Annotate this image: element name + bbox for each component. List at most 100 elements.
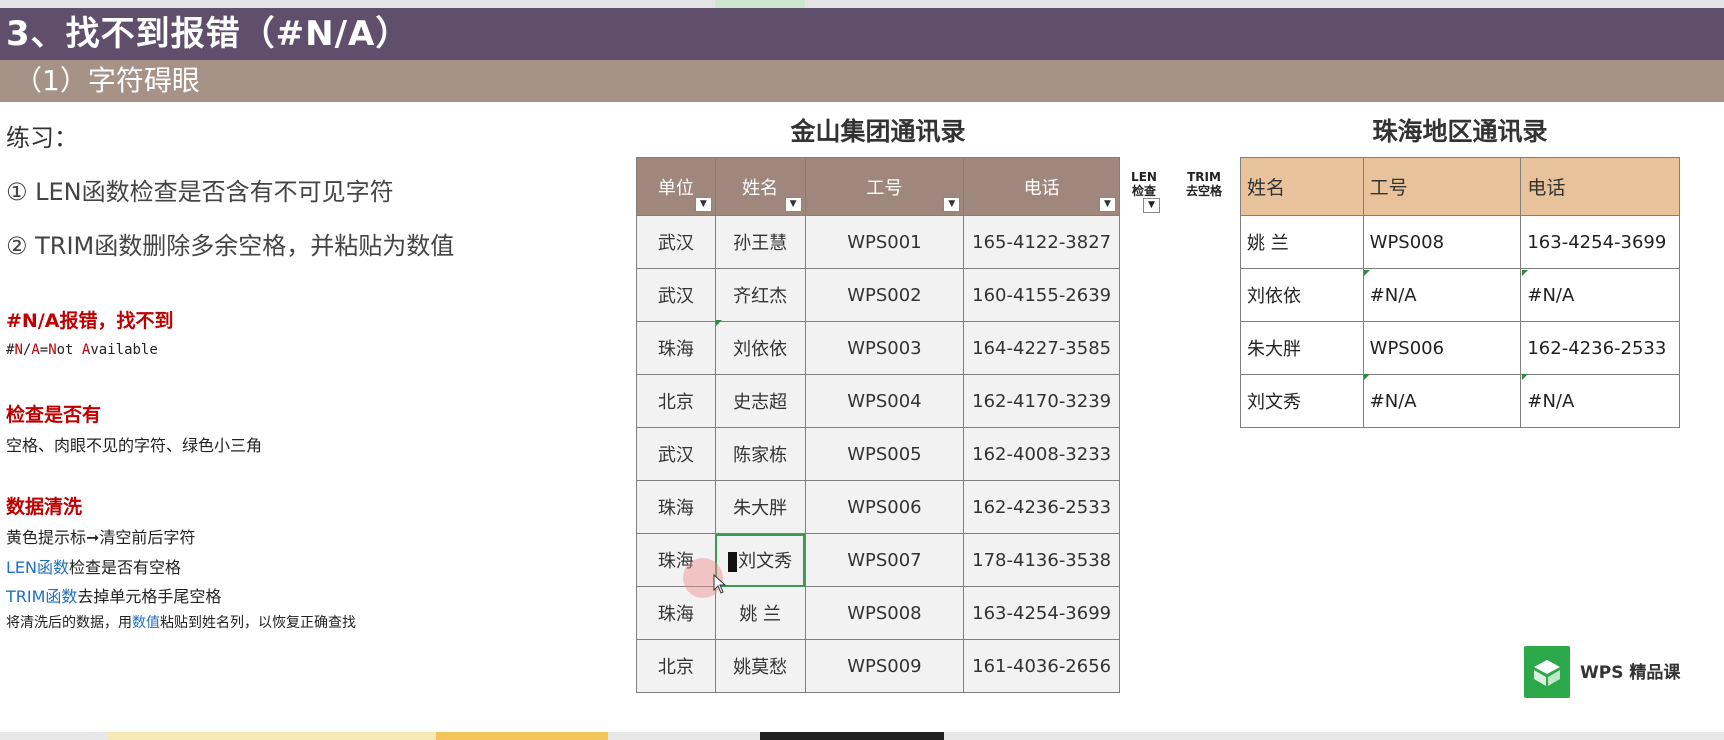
cell[interactable]: 162-4236-2533: [1520, 321, 1680, 375]
cell[interactable]: WPS007: [804, 533, 965, 587]
zhuhai-table-title: 珠海地区通讯录: [1372, 117, 1548, 146]
active-cell[interactable]: 刘文秀: [714, 533, 806, 587]
cell[interactable]: 162-4170-3239: [963, 374, 1120, 428]
cell[interactable]: 162-4236-2533: [963, 480, 1120, 534]
filter-dropdown-icon[interactable]: ▼: [784, 197, 802, 212]
wps-logo-icon: [1524, 646, 1570, 698]
cell[interactable]: 武汉: [636, 215, 716, 269]
table-row: 姚 兰 WPS008 163-4254-3699: [1240, 215, 1680, 269]
section-subtitle: （1）字符碍眼: [0, 60, 1724, 102]
cell[interactable]: 姚 兰: [714, 586, 806, 640]
col-header-phone[interactable]: 电话 ▼: [963, 157, 1120, 216]
cell[interactable]: 陈家栋: [714, 427, 806, 481]
sheet-tab[interactable]: [436, 732, 608, 740]
clean-title: 数据清洗: [6, 496, 83, 518]
zhuhai-header-row: 姓名 工号 电话: [1240, 157, 1680, 216]
mouse-pointer-icon: [713, 574, 727, 594]
sheet-tab[interactable]: [760, 732, 944, 740]
cell[interactable]: 163-4254-3699: [1520, 215, 1680, 269]
cell[interactable]: 北京: [636, 374, 716, 428]
text-cursor: [728, 552, 738, 572]
filter-dropdown-icon[interactable]: ▼: [943, 197, 961, 212]
table-row: 武汉 孙王慧 WPS001 165-4122-3827: [636, 215, 1120, 269]
table-row: 武汉 陈家栋 WPS005 162-4008-3233: [636, 427, 1120, 481]
col-header-id[interactable]: 工号 ▼: [804, 157, 965, 216]
error-indicator-icon: [1522, 374, 1528, 380]
cell[interactable]: WPS005: [804, 427, 965, 481]
table-row: 北京 史志超 WPS004 162-4170-3239: [636, 374, 1120, 428]
trim-header: TRIM 去空格: [1185, 170, 1222, 198]
col-header-unit[interactable]: 单位 ▼: [636, 157, 716, 216]
cell[interactable]: #N/A: [1520, 268, 1680, 322]
cell[interactable]: 珠海: [636, 321, 716, 375]
cell[interactable]: 孙王慧: [714, 215, 806, 269]
clean-line-3: TRIM函数去掉单元格手尾空格: [6, 587, 222, 606]
filter-dropdown-icon[interactable]: ▼: [694, 197, 712, 212]
check-line: 空格、肉眼不见的字符、绿色小三角: [6, 436, 263, 455]
table-row: 珠海 刘依依 WPS003 164-4227-3585: [636, 321, 1120, 375]
cell[interactable]: 161-4036-2656: [963, 639, 1120, 693]
len-check-header: LEN 检查: [1131, 170, 1157, 198]
clean-line-1: 黄色提示标➞清空前后字符: [6, 528, 196, 547]
cell[interactable]: 武汉: [636, 427, 716, 481]
cell[interactable]: WPS004: [804, 374, 965, 428]
cell[interactable]: 178-4136-3538: [963, 533, 1120, 587]
cell[interactable]: 刘文秀: [1240, 374, 1364, 428]
cell[interactable]: 齐红杰: [714, 268, 806, 322]
cell[interactable]: 姚 兰: [1240, 215, 1364, 269]
clean-line-2: LEN函数检查是否有空格: [6, 558, 182, 577]
cell[interactable]: WPS006: [1362, 321, 1522, 375]
cell[interactable]: 刘依依: [714, 321, 806, 375]
sheet-tab-strip: [0, 732, 1724, 740]
cell[interactable]: 武汉: [636, 268, 716, 322]
col-header-name[interactable]: 姓名 ▼: [714, 157, 806, 216]
table-row: 朱大胖 WPS006 162-4236-2533: [1240, 321, 1680, 375]
cell[interactable]: 朱大胖: [1240, 321, 1364, 375]
cell[interactable]: 刘依依: [1240, 268, 1364, 322]
table-row: 北京 姚莫愁 WPS009 161-4036-2656: [636, 639, 1120, 693]
error-indicator-icon: [716, 320, 722, 326]
cell[interactable]: WPS008: [804, 586, 965, 640]
practice-label: 练习：: [6, 124, 78, 152]
filter-dropdown-icon[interactable]: ▼: [1143, 198, 1160, 213]
cell[interactable]: WPS008: [1362, 215, 1522, 269]
table-row: 刘依依 #N/A #N/A: [1240, 268, 1680, 322]
cell[interactable]: 姚莫愁: [714, 639, 806, 693]
cell[interactable]: 珠海: [636, 480, 716, 534]
cell[interactable]: #N/A: [1362, 268, 1522, 322]
cell[interactable]: 160-4155-2639: [963, 268, 1120, 322]
cell[interactable]: 164-4227-3585: [963, 321, 1120, 375]
sheet-tab[interactable]: [108, 732, 436, 740]
cell[interactable]: 165-4122-3827: [963, 215, 1120, 269]
main-table-title: 金山集团通讯录: [790, 117, 966, 146]
exercise-1: ① LEN函数检查是否含有不可见字符: [6, 178, 394, 206]
filter-dropdown-icon[interactable]: ▼: [1099, 197, 1116, 212]
cell[interactable]: 朱大胖: [714, 480, 806, 534]
clean-line-4: 将清洗后的数据，用数值粘贴到姓名列，以恢复正确查找: [6, 615, 356, 631]
error-indicator-icon: [1364, 374, 1370, 380]
cell[interactable]: 162-4008-3233: [963, 427, 1120, 481]
cell[interactable]: WPS002: [804, 268, 965, 322]
cell[interactable]: 史志超: [714, 374, 806, 428]
table-row: 珠海 朱大胖 WPS006 162-4236-2533: [636, 480, 1120, 534]
zhuhai-directory-table: 姓名 工号 电话 姚 兰 WPS008 163-4254-3699 刘依依 #N…: [1240, 157, 1680, 428]
na-error-title: #N/A报错，找不到: [6, 310, 174, 332]
main-header-row: 单位 ▼ 姓名 ▼ 工号 ▼ 电话 ▼: [636, 157, 1120, 216]
wps-course-logo-text: WPS 精品课: [1580, 663, 1681, 683]
cell[interactable]: 北京: [636, 639, 716, 693]
cell[interactable]: 163-4254-3699: [963, 586, 1120, 640]
cell[interactable]: #N/A: [1362, 374, 1522, 428]
main-directory-table: 单位 ▼ 姓名 ▼ 工号 ▼ 电话 ▼ 武汉 孙王慧 WPS001 165-4122-3…: [636, 157, 1120, 693]
cell[interactable]: #N/A: [1520, 374, 1680, 428]
cell[interactable]: WPS009: [804, 639, 965, 693]
cell[interactable]: WPS003: [804, 321, 965, 375]
cell[interactable]: WPS001: [804, 215, 965, 269]
error-indicator-icon: [1364, 270, 1370, 276]
cell[interactable]: WPS006: [804, 480, 965, 534]
exercise-2: ② TRIM函数删除多余空格，并粘贴为数值: [6, 232, 455, 260]
col-header-name[interactable]: 姓名: [1240, 157, 1364, 216]
page-title: 3、找不到报错（#N/A）: [0, 8, 1724, 60]
na-definition: #N/A=Not Available: [6, 342, 158, 358]
col-header-phone[interactable]: 电话: [1520, 157, 1680, 216]
col-header-id[interactable]: 工号: [1362, 157, 1522, 216]
